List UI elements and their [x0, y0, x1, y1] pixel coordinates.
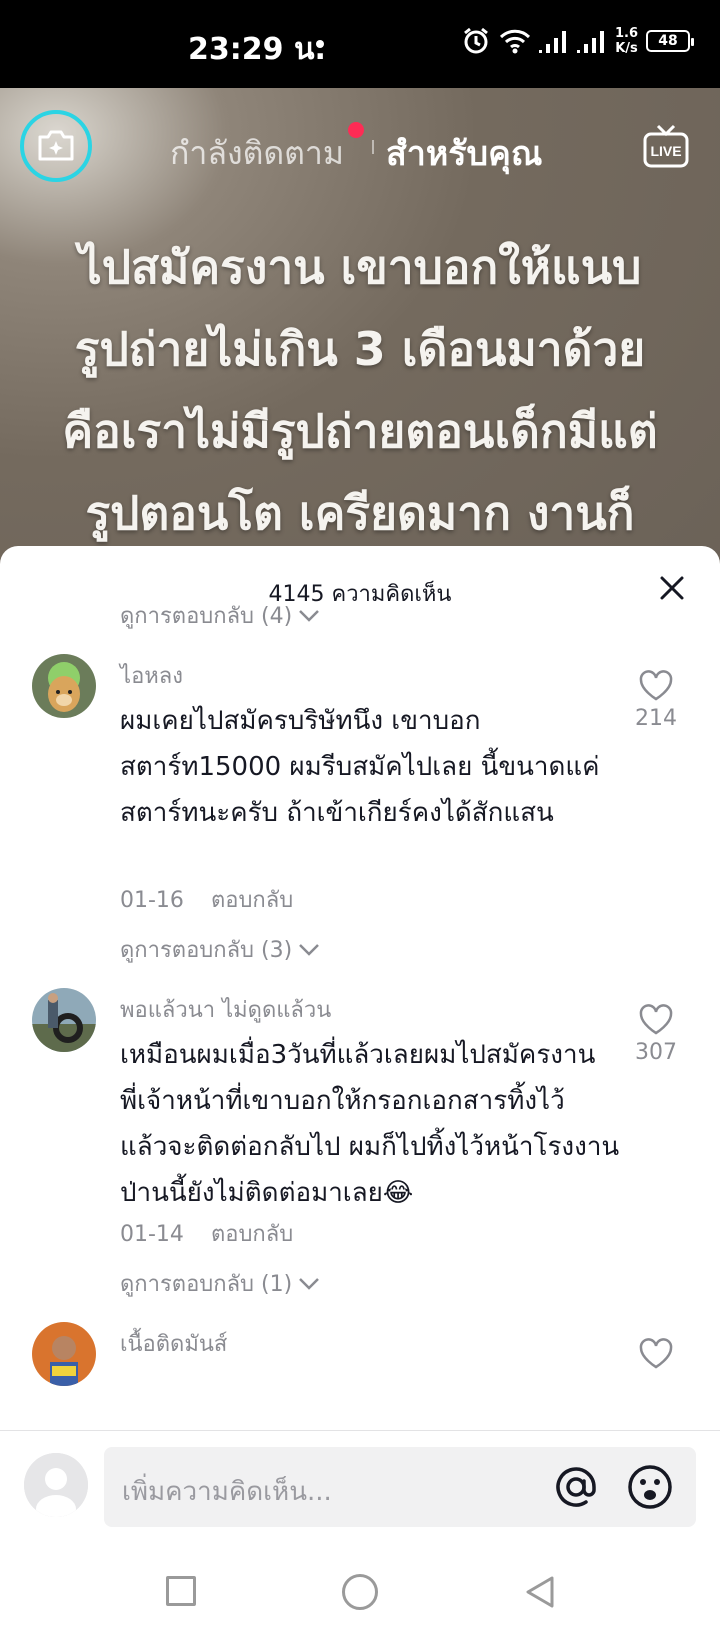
status-icons: 1.6 K/s 48 [461, 26, 694, 56]
heart-icon [639, 1004, 673, 1035]
caption-line: คือเราไม่มีรูปถ่ายตอนเด็กมีแต่ [62, 404, 658, 458]
close-icon[interactable] [654, 570, 690, 606]
emoji-icon[interactable] [626, 1463, 674, 1511]
like-count: 307 [635, 1040, 677, 1065]
chevron-down-icon [299, 943, 320, 956]
view-replies-button[interactable]: ดูการตอบกลับ (4) [120, 598, 320, 633]
like-count: 214 [635, 706, 677, 731]
comment-date: 01-16 [120, 888, 184, 913]
comment-input-placeholder: เพิ่มความคิดเห็น... [122, 1477, 332, 1507]
battery-icon: 48 [646, 30, 694, 52]
heart-icon [639, 1338, 673, 1369]
notification-dot-icon [316, 40, 324, 48]
recents-button[interactable] [166, 1576, 196, 1606]
chevron-down-icon [299, 1277, 320, 1290]
signal-2-icon [576, 31, 604, 53]
comment-item: ไอหลง ผมเคยไปสมัครบริษัทนึง เขาบอกสตาร์ท… [0, 654, 720, 954]
comment-item: พอแล้วนา ไม่ดูดแล้วน เหมือนผมเมื่อ3วันที… [0, 988, 720, 1288]
alarm-icon [464, 27, 488, 54]
comment-username[interactable]: ไอหลง [120, 658, 183, 693]
reply-button[interactable]: ตอบกลับ [211, 1222, 293, 1247]
view-replies-label: ดูการตอบกลับ (3) [120, 938, 293, 963]
view-replies-label: ดูการตอบกลับ (4) [120, 604, 293, 629]
back-button[interactable] [522, 1574, 558, 1610]
comment-date: 01-14 [120, 1222, 184, 1247]
comment-meta: 01-16 ตอบกลับ [120, 882, 293, 917]
video-caption-overlay: ไปสมัครงาน เขาบอกให้แนบ รูปถ่ายไม่เกิน 3… [20, 226, 700, 554]
tab-separator [372, 140, 374, 154]
like-button[interactable]: 214 [628, 670, 684, 731]
top-nav: กำลังติดตาม สำหรับคุณ LIVE [0, 88, 720, 208]
avatar[interactable] [32, 654, 96, 718]
view-replies-button[interactable]: ดูการตอบกลับ (3) [120, 932, 320, 967]
status-time: 23:29 น. [188, 32, 326, 67]
comments-count-title: 4145 ความคิดเห็น [268, 582, 452, 607]
reply-button[interactable]: ตอบกลับ [211, 888, 293, 913]
like-button[interactable] [628, 1338, 684, 1374]
my-avatar [24, 1453, 88, 1517]
view-replies-button[interactable]: ดูการตอบกลับ (1) [120, 1266, 320, 1301]
comment-text: ผมเคยไปสมัครบริษัทนึง เขาบอกสตาร์ท15000 … [120, 706, 600, 828]
heart-icon [639, 670, 673, 701]
comment-username[interactable]: เนื้อติดมันส์ [120, 1326, 227, 1361]
signal-1-icon [538, 31, 566, 53]
view-replies-label: ดูการตอบกลับ (1) [120, 1272, 293, 1297]
wifi-icon [499, 29, 531, 54]
new-content-dot [348, 122, 364, 138]
status-bar: 23:29 น. 1.6 K/s 48 [0, 0, 720, 88]
caption-line: รูปตอนโต เครียดมาก งานก็ [85, 486, 635, 540]
comment-meta: 01-14 ตอบกลับ [120, 1216, 293, 1251]
caption-line: รูปถ่ายไม่เกิน 3 เดือนมาด้วย [74, 322, 646, 376]
live-label: LIVE [650, 143, 681, 159]
camera-sparkle-icon [38, 130, 74, 161]
avatar[interactable] [32, 988, 96, 1052]
chevron-down-icon [299, 609, 320, 622]
mention-at-icon[interactable] [552, 1463, 600, 1511]
network-speed: 1.6 K/s [615, 26, 638, 56]
comment-input[interactable]: เพิ่มความคิดเห็น... [104, 1447, 696, 1527]
comment-item: เนื้อติดมันส์ [0, 1322, 720, 1430]
android-nav-bar [0, 1540, 720, 1640]
camera-button[interactable] [20, 110, 92, 182]
comments-sheet: 4145 ความคิดเห็น ดูการตอบกลับ (4) ไอหลง … [0, 546, 720, 1430]
network-speed-value: 1.6 [614, 26, 638, 41]
tab-following[interactable]: กำลังติดตาม [170, 128, 344, 179]
like-button[interactable]: 307 [628, 1004, 684, 1065]
comment-text: เหมือนผมเมื่อ3วันที่แล้วเลยผมไปสมัครงาน … [120, 1040, 620, 1208]
tab-for-you[interactable]: สำหรับคุณ [386, 126, 542, 180]
avatar[interactable] [32, 1322, 96, 1386]
network-speed-unit: K/s [615, 41, 638, 56]
comment-username[interactable]: พอแล้วนา ไม่ดูดแล้วน [120, 992, 331, 1027]
caption-line: ไปสมัครงาน เขาบอกให้แนบ [78, 240, 642, 294]
comment-input-bar: เพิ่มความคิดเห็น... [0, 1430, 720, 1540]
live-button[interactable]: LIVE [642, 122, 690, 170]
home-button[interactable] [342, 1574, 378, 1610]
